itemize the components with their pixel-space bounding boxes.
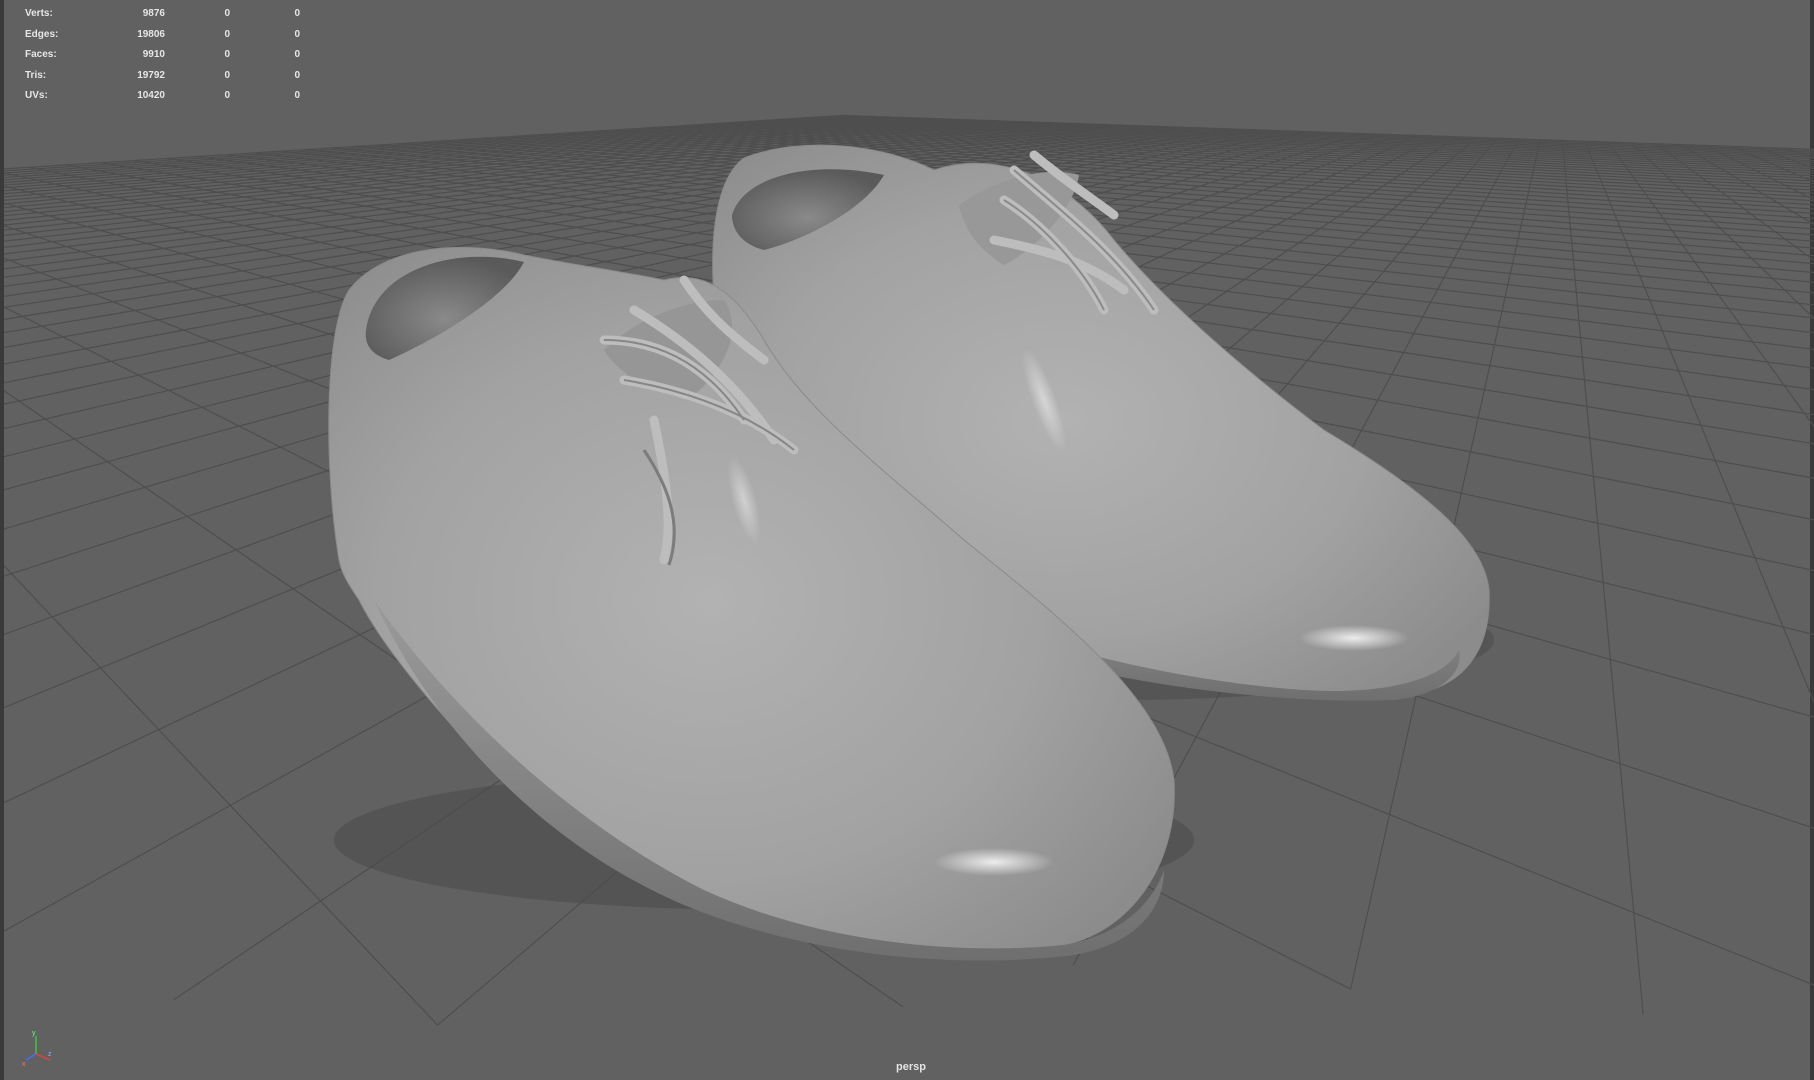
hud-label: Tris: (25, 69, 47, 81)
hud-row: Tris: 19792 0 0 (25, 66, 300, 87)
hud-label: UVs: (25, 90, 48, 101)
hud-label: Verts: (25, 8, 53, 19)
poly-count-hud: Verts: 9876 0 0 Edges: 19806 0 0 Faces: 9910 0 0 Tri… (25, 4, 300, 107)
hud-selected: 0 (224, 49, 230, 60)
hud-label: Edges: (25, 28, 59, 40)
svg-text:z: z (48, 1051, 52, 1058)
hud-component: 0 (294, 69, 300, 81)
hud-row: UVs: 10420 0 0 (25, 86, 300, 107)
hud-selected: 0 (224, 28, 230, 40)
svg-text:y: y (32, 1030, 36, 1037)
hud-selected: 0 (224, 8, 230, 19)
camera-name-label: persp (896, 1061, 926, 1073)
hud-row: Faces: 9910 0 0 (25, 45, 300, 66)
viewport-persp[interactable]: Verts: 9876 0 0 Edges: 19806 0 0 Faces: 9910 0 0 Tri… (0, 0, 1814, 1080)
hud-component: 0 (294, 8, 300, 19)
hud-component: 0 (294, 90, 300, 101)
scene-view[interactable] (4, 0, 1814, 1080)
hud-value: 19806 (137, 28, 165, 40)
hud-selected: 0 (224, 90, 230, 101)
hud-value: 9910 (142, 49, 165, 60)
hud-value: 10420 (137, 90, 165, 101)
hud-selected: 0 (224, 69, 230, 81)
hud-component: 0 (294, 49, 300, 60)
hud-value: 19792 (137, 69, 165, 81)
hud-row: Edges: 19806 0 0 (25, 25, 300, 46)
hud-row: Verts: 9876 0 0 (25, 4, 300, 25)
hud-label: Faces: (25, 49, 57, 60)
hud-component: 0 (294, 28, 300, 40)
hud-value: 9876 (142, 8, 165, 19)
